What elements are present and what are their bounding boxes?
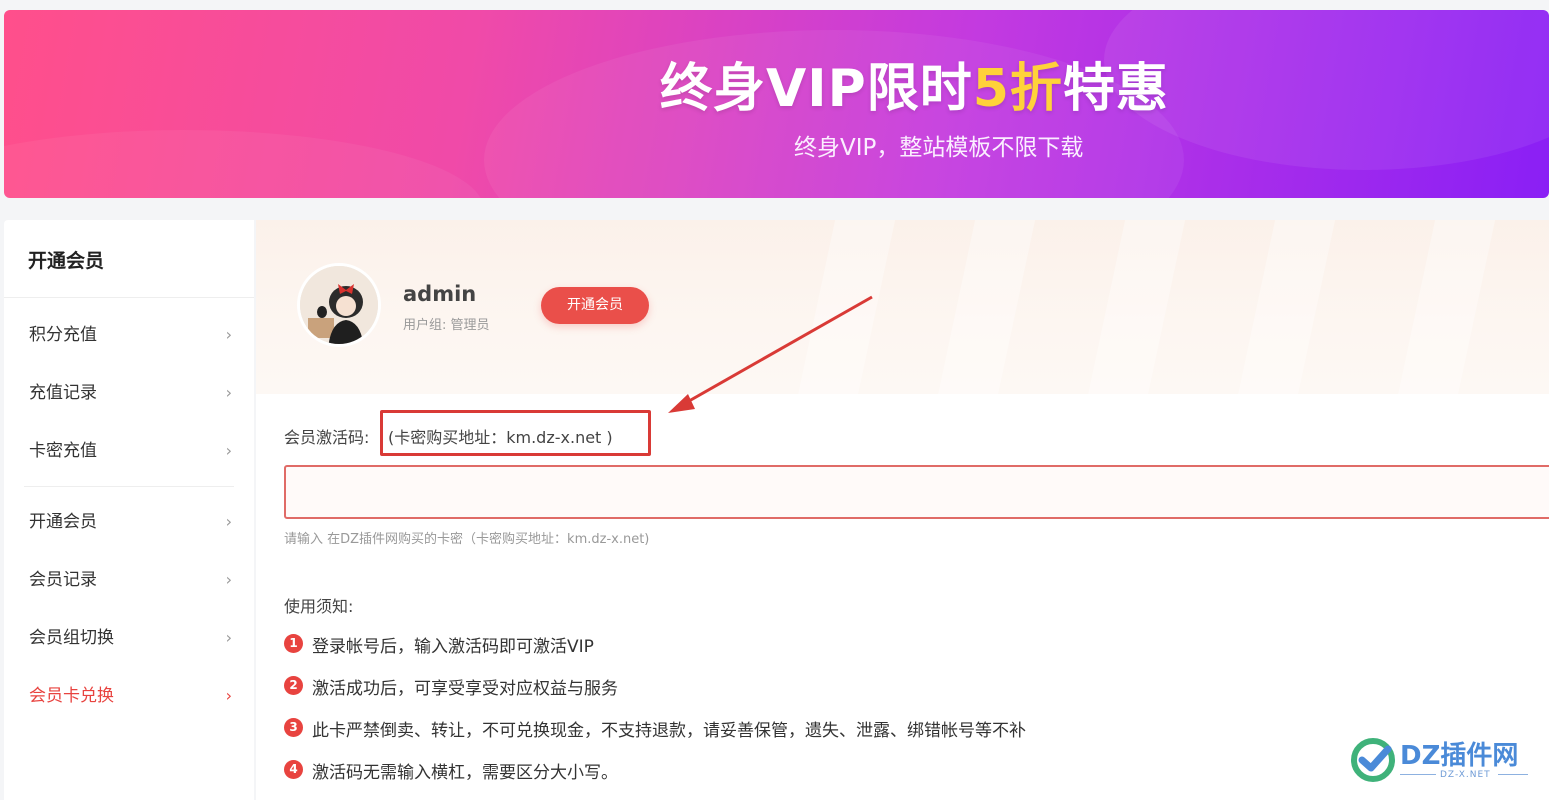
banner-title: 终身VIP限时5折特惠	[660, 46, 1169, 121]
sidebar-item-label: 积分充值	[29, 325, 97, 345]
notice-text: 此卡严禁倒卖、转让，不可兑换现金，不支持退款，请妥善保管，遗失、泄露、绑错帐号等…	[312, 721, 1026, 741]
avatar[interactable]	[297, 263, 381, 347]
list-item: 3 此卡严禁倒卖、转让，不可兑换现金，不支持退款，请妥善保管，遗失、泄露、绑错帐…	[284, 716, 1026, 758]
banner-title-pre: 终身VIP限时	[660, 59, 973, 119]
decorative-ray	[1086, 220, 1186, 394]
notice-text: 激活码无需输入横杠，需要区分大小写。	[312, 763, 618, 783]
sidebar-item-open-membership[interactable]: 开通会员 ›	[4, 493, 254, 551]
notice-text: 激活成功后，可享受享受对应权益与服务	[312, 679, 618, 699]
main-panel: admin 用户组: 管理员 开通会员 会员激活码: (卡密购买地址：km.dz…	[256, 220, 1549, 800]
notice-title: 使用须知:	[284, 597, 354, 616]
sidebar-item-recharge-records[interactable]: 充值记录 ›	[4, 364, 254, 422]
number-badge: 1	[284, 634, 303, 653]
sidebar-item-points-recharge[interactable]: 积分充值 ›	[4, 306, 254, 364]
activation-code-label: 会员激活码:	[284, 428, 370, 447]
chevron-right-icon: ›	[225, 512, 232, 531]
decorative-ray	[1236, 220, 1336, 394]
input-hint: 请输入 在DZ插件网购买的卡密（卡密购买地址：km.dz-x.net)	[284, 532, 650, 547]
number-badge: 3	[284, 718, 303, 737]
banner-subtitle: 终身VIP，整站模板不限下载	[794, 135, 1084, 161]
watermark-logo: DZ插件网 DZ-X.NET	[1348, 733, 1538, 791]
sidebar-item-label: 会员记录	[29, 570, 97, 590]
number-badge: 4	[284, 760, 303, 779]
decorative-ray	[936, 220, 1036, 394]
watermark-line	[1498, 774, 1528, 775]
notice-text: 登录帐号后，输入激活码即可激活VIP	[312, 637, 594, 657]
list-item: 1 登录帐号后，输入激活码即可激活VIP	[284, 632, 1026, 674]
annotation-highlight-box	[380, 410, 651, 456]
sidebar-item-group-switch[interactable]: 会员组切换 ›	[4, 609, 254, 667]
decorative-ray	[796, 220, 896, 394]
chevron-right-icon: ›	[225, 441, 232, 460]
chevron-right-icon: ›	[225, 325, 232, 344]
sidebar-item-label: 会员组切换	[29, 628, 114, 648]
banner-decoration	[4, 130, 484, 198]
sidebar-item-card-redeem[interactable]: 会员卡兑换 ›	[4, 667, 254, 725]
watermark-text: DZ插件网	[1400, 741, 1519, 771]
avatar-illustration	[300, 266, 378, 344]
watermark-line	[1400, 774, 1436, 775]
sidebar-item-label: 会员卡兑换	[29, 686, 114, 706]
chevron-right-icon: ›	[225, 686, 232, 705]
watermark-subtext: DZ-X.NET	[1440, 770, 1491, 780]
sidebar-item-membership-records[interactable]: 会员记录 ›	[4, 551, 254, 609]
sidebar-item-card-recharge[interactable]: 卡密充值 ›	[4, 422, 254, 480]
check-logo-icon	[1351, 738, 1395, 782]
banner-title-post: 特惠	[1062, 59, 1169, 119]
open-membership-button[interactable]: 开通会员	[541, 287, 649, 324]
sidebar-heading: 开通会员	[4, 220, 254, 298]
decorative-ray	[1396, 220, 1496, 394]
sidebar: 开通会员 积分充值 › 充值记录 › 卡密充值 › 开通会员 › 会员记录 › …	[4, 220, 254, 800]
banner-title-highlight: 5折	[972, 59, 1063, 119]
chevron-right-icon: ›	[225, 628, 232, 647]
sidebar-divider	[24, 486, 234, 487]
list-item: 2 激活成功后，可享受享受对应权益与服务	[284, 674, 1026, 716]
chevron-right-icon: ›	[225, 383, 232, 402]
sidebar-item-label: 充值记录	[29, 383, 97, 403]
number-badge: 2	[284, 676, 303, 695]
user-group: 用户组: 管理员	[403, 318, 490, 333]
username: admin	[403, 282, 477, 306]
chevron-right-icon: ›	[225, 570, 232, 589]
list-item: 4 激活码无需输入横杠，需要区分大小写。	[284, 758, 1026, 800]
activation-code-input[interactable]	[284, 465, 1549, 519]
profile-header: admin 用户组: 管理员 开通会员	[256, 220, 1549, 394]
sidebar-item-label: 开通会员	[29, 512, 97, 532]
sidebar-item-label: 卡密充值	[29, 441, 97, 461]
notice-list: 1 登录帐号后，输入激活码即可激活VIP 2 激活成功后，可享受享受对应权益与服…	[284, 632, 1026, 800]
promo-banner[interactable]: 终身VIP限时5折特惠 终身VIP，整站模板不限下载	[4, 10, 1549, 198]
